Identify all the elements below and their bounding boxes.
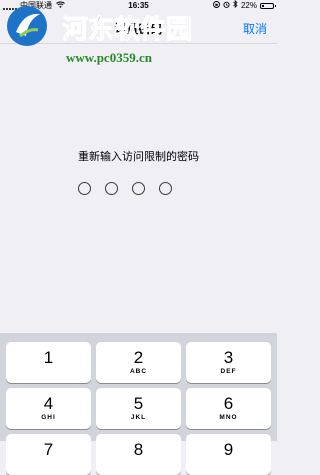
key-digit: 9 (223, 440, 234, 459)
lock-rotation-icon (213, 0, 220, 12)
page-title: 设置密码 (114, 22, 163, 36)
key-digit: 6 (223, 394, 234, 413)
watermark-url: www.pc0359.cn (66, 50, 153, 65)
key-9[interactable]: 9 (186, 434, 271, 475)
key-7[interactable]: 7 (6, 434, 91, 475)
key-letters: MNO (219, 414, 238, 421)
nav-divider (0, 43, 277, 44)
battery-fill (262, 5, 264, 7)
key-letters: GHI (41, 414, 56, 421)
key-6[interactable]: 6 MNO (186, 388, 271, 429)
key-digit: 3 (223, 348, 234, 367)
passcode-prompt: 重新输入访问限制的密码 (78, 151, 199, 163)
key-4[interactable]: 4 GHI (6, 388, 91, 429)
key-digit: 4 (43, 394, 54, 413)
key-5[interactable]: 5 JKL (96, 388, 181, 429)
key-1[interactable]: 1 (6, 342, 91, 383)
passcode-dot (159, 182, 172, 195)
key-digit: 8 (133, 440, 144, 459)
nav-bar: 设置密码 取消 (0, 12, 277, 44)
key-2[interactable]: 2 ABC (96, 342, 181, 383)
passcode-dot (132, 182, 145, 195)
cancel-button[interactable]: 取消 (243, 20, 267, 37)
battery-percent: 22% (240, 1, 257, 10)
passcode-dots (78, 182, 172, 195)
key-digit: 1 (43, 348, 54, 367)
key-8[interactable]: 8 (96, 434, 181, 475)
key-digit: 5 (133, 394, 144, 413)
bluetooth-icon (233, 0, 238, 12)
key-digit: 2 (133, 348, 144, 367)
numeric-keypad: 1 2 ABC 3 DEF 4 GHI 5 JKL 6 MNO 7 8 9 (0, 333, 277, 475)
passcode-dot (78, 182, 91, 195)
key-letters: ABC (129, 368, 148, 375)
key-letters: DEF (220, 368, 237, 375)
key-letters: JKL (130, 414, 147, 421)
passcode-dot (105, 182, 118, 195)
key-digit: 7 (43, 440, 54, 459)
alarm-icon (223, 0, 230, 12)
status-right: 22% (213, 0, 276, 12)
battery-icon (260, 3, 276, 9)
key-3[interactable]: 3 DEF (186, 342, 271, 383)
status-bar: 中国联通 16:35 22% (0, 0, 277, 12)
